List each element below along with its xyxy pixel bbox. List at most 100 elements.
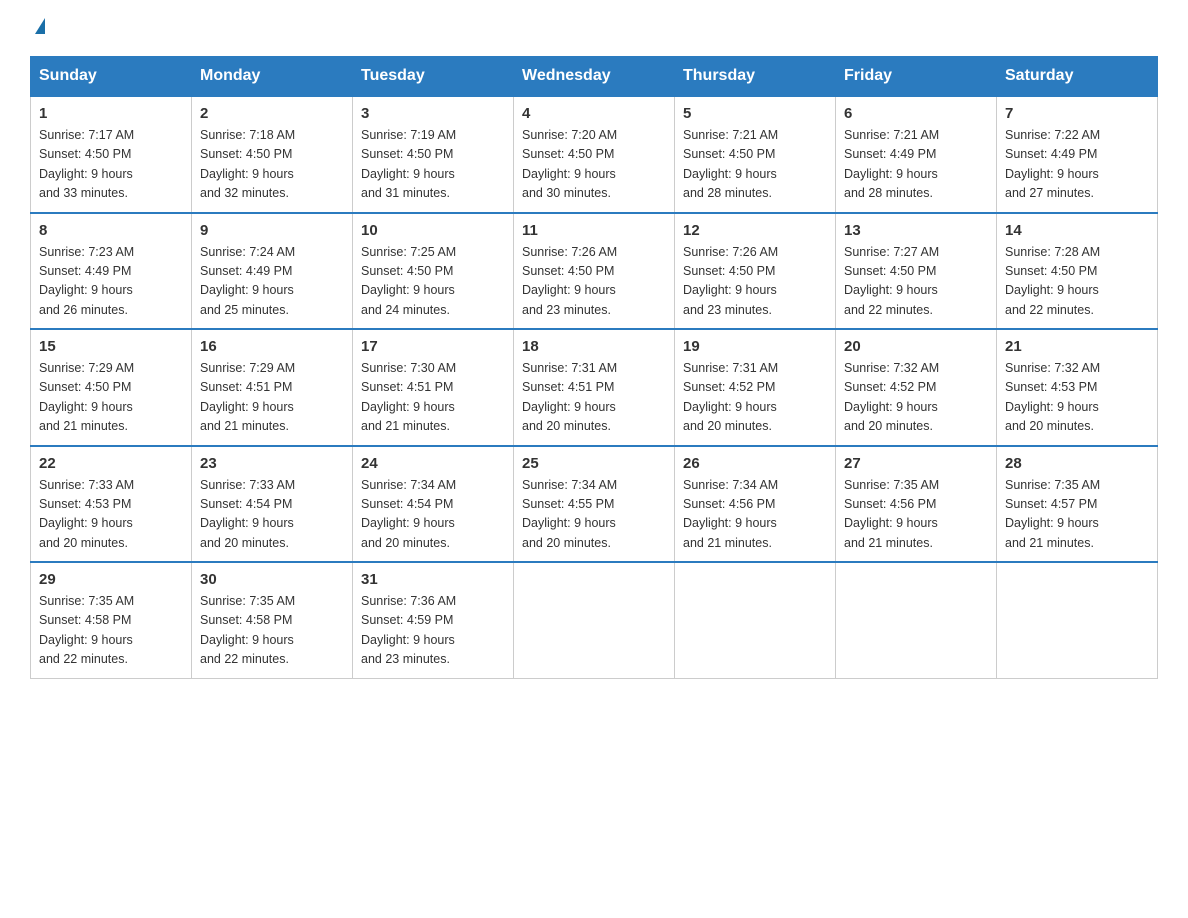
calendar-cell: 19 Sunrise: 7:31 AM Sunset: 4:52 PM Dayl…: [675, 329, 836, 446]
day-number: 16: [200, 338, 344, 355]
day-number: 29: [39, 571, 183, 588]
day-number: 14: [1005, 222, 1149, 239]
day-info: Sunrise: 7:35 AM Sunset: 4:56 PM Dayligh…: [844, 476, 988, 554]
calendar-cell: 7 Sunrise: 7:22 AM Sunset: 4:49 PM Dayli…: [997, 96, 1158, 213]
calendar-cell: 3 Sunrise: 7:19 AM Sunset: 4:50 PM Dayli…: [353, 96, 514, 213]
day-info: Sunrise: 7:33 AM Sunset: 4:53 PM Dayligh…: [39, 476, 183, 554]
day-info: Sunrise: 7:23 AM Sunset: 4:49 PM Dayligh…: [39, 243, 183, 321]
calendar-cell: 15 Sunrise: 7:29 AM Sunset: 4:50 PM Dayl…: [31, 329, 192, 446]
calendar-cell: 25 Sunrise: 7:34 AM Sunset: 4:55 PM Dayl…: [514, 446, 675, 563]
day-number: 17: [361, 338, 505, 355]
day-info: Sunrise: 7:17 AM Sunset: 4:50 PM Dayligh…: [39, 126, 183, 204]
day-info: Sunrise: 7:31 AM Sunset: 4:51 PM Dayligh…: [522, 359, 666, 437]
day-info: Sunrise: 7:35 AM Sunset: 4:58 PM Dayligh…: [39, 592, 183, 670]
logo-triangle-icon: [35, 18, 45, 34]
day-info: Sunrise: 7:28 AM Sunset: 4:50 PM Dayligh…: [1005, 243, 1149, 321]
calendar-cell: 27 Sunrise: 7:35 AM Sunset: 4:56 PM Dayl…: [836, 446, 997, 563]
calendar-cell: 29 Sunrise: 7:35 AM Sunset: 4:58 PM Dayl…: [31, 562, 192, 678]
calendar-cell: 11 Sunrise: 7:26 AM Sunset: 4:50 PM Dayl…: [514, 213, 675, 330]
day-number: 23: [200, 455, 344, 472]
logo: [30, 20, 45, 36]
day-number: 11: [522, 222, 666, 239]
day-info: Sunrise: 7:29 AM Sunset: 4:51 PM Dayligh…: [200, 359, 344, 437]
day-info: Sunrise: 7:27 AM Sunset: 4:50 PM Dayligh…: [844, 243, 988, 321]
day-number: 22: [39, 455, 183, 472]
calendar-header-wednesday: Wednesday: [514, 57, 675, 97]
calendar-header-friday: Friday: [836, 57, 997, 97]
calendar-header-tuesday: Tuesday: [353, 57, 514, 97]
day-number: 15: [39, 338, 183, 355]
day-info: Sunrise: 7:33 AM Sunset: 4:54 PM Dayligh…: [200, 476, 344, 554]
calendar-cell: 4 Sunrise: 7:20 AM Sunset: 4:50 PM Dayli…: [514, 96, 675, 213]
day-info: Sunrise: 7:20 AM Sunset: 4:50 PM Dayligh…: [522, 126, 666, 204]
day-number: 12: [683, 222, 827, 239]
calendar-cell: 13 Sunrise: 7:27 AM Sunset: 4:50 PM Dayl…: [836, 213, 997, 330]
day-number: 7: [1005, 105, 1149, 122]
day-number: 21: [1005, 338, 1149, 355]
calendar-cell: 17 Sunrise: 7:30 AM Sunset: 4:51 PM Dayl…: [353, 329, 514, 446]
calendar-cell: 2 Sunrise: 7:18 AM Sunset: 4:50 PM Dayli…: [192, 96, 353, 213]
calendar-header-row: SundayMondayTuesdayWednesdayThursdayFrid…: [31, 57, 1158, 97]
day-info: Sunrise: 7:34 AM Sunset: 4:56 PM Dayligh…: [683, 476, 827, 554]
calendar-week-row: 1 Sunrise: 7:17 AM Sunset: 4:50 PM Dayli…: [31, 96, 1158, 213]
calendar-cell: [675, 562, 836, 678]
calendar-cell: 20 Sunrise: 7:32 AM Sunset: 4:52 PM Dayl…: [836, 329, 997, 446]
calendar-cell: [997, 562, 1158, 678]
calendar-cell: 18 Sunrise: 7:31 AM Sunset: 4:51 PM Dayl…: [514, 329, 675, 446]
calendar-cell: [514, 562, 675, 678]
calendar-cell: 23 Sunrise: 7:33 AM Sunset: 4:54 PM Dayl…: [192, 446, 353, 563]
calendar-cell: 5 Sunrise: 7:21 AM Sunset: 4:50 PM Dayli…: [675, 96, 836, 213]
calendar-week-row: 8 Sunrise: 7:23 AM Sunset: 4:49 PM Dayli…: [31, 213, 1158, 330]
calendar-cell: 6 Sunrise: 7:21 AM Sunset: 4:49 PM Dayli…: [836, 96, 997, 213]
calendar-cell: 9 Sunrise: 7:24 AM Sunset: 4:49 PM Dayli…: [192, 213, 353, 330]
calendar-cell: [836, 562, 997, 678]
calendar-cell: 21 Sunrise: 7:32 AM Sunset: 4:53 PM Dayl…: [997, 329, 1158, 446]
day-number: 4: [522, 105, 666, 122]
day-info: Sunrise: 7:30 AM Sunset: 4:51 PM Dayligh…: [361, 359, 505, 437]
day-info: Sunrise: 7:26 AM Sunset: 4:50 PM Dayligh…: [522, 243, 666, 321]
calendar-table: SundayMondayTuesdayWednesdayThursdayFrid…: [30, 56, 1158, 679]
day-info: Sunrise: 7:31 AM Sunset: 4:52 PM Dayligh…: [683, 359, 827, 437]
day-info: Sunrise: 7:29 AM Sunset: 4:50 PM Dayligh…: [39, 359, 183, 437]
day-info: Sunrise: 7:21 AM Sunset: 4:49 PM Dayligh…: [844, 126, 988, 204]
day-number: 18: [522, 338, 666, 355]
calendar-cell: 16 Sunrise: 7:29 AM Sunset: 4:51 PM Dayl…: [192, 329, 353, 446]
day-info: Sunrise: 7:26 AM Sunset: 4:50 PM Dayligh…: [683, 243, 827, 321]
day-info: Sunrise: 7:32 AM Sunset: 4:52 PM Dayligh…: [844, 359, 988, 437]
calendar-cell: 30 Sunrise: 7:35 AM Sunset: 4:58 PM Dayl…: [192, 562, 353, 678]
calendar-cell: 8 Sunrise: 7:23 AM Sunset: 4:49 PM Dayli…: [31, 213, 192, 330]
day-number: 5: [683, 105, 827, 122]
day-number: 8: [39, 222, 183, 239]
day-info: Sunrise: 7:36 AM Sunset: 4:59 PM Dayligh…: [361, 592, 505, 670]
day-info: Sunrise: 7:35 AM Sunset: 4:58 PM Dayligh…: [200, 592, 344, 670]
calendar-cell: 22 Sunrise: 7:33 AM Sunset: 4:53 PM Dayl…: [31, 446, 192, 563]
calendar-week-row: 29 Sunrise: 7:35 AM Sunset: 4:58 PM Dayl…: [31, 562, 1158, 678]
calendar-cell: 31 Sunrise: 7:36 AM Sunset: 4:59 PM Dayl…: [353, 562, 514, 678]
day-number: 10: [361, 222, 505, 239]
calendar-cell: 26 Sunrise: 7:34 AM Sunset: 4:56 PM Dayl…: [675, 446, 836, 563]
calendar-cell: 1 Sunrise: 7:17 AM Sunset: 4:50 PM Dayli…: [31, 96, 192, 213]
calendar-cell: 12 Sunrise: 7:26 AM Sunset: 4:50 PM Dayl…: [675, 213, 836, 330]
day-info: Sunrise: 7:25 AM Sunset: 4:50 PM Dayligh…: [361, 243, 505, 321]
day-number: 3: [361, 105, 505, 122]
day-number: 6: [844, 105, 988, 122]
calendar-cell: 10 Sunrise: 7:25 AM Sunset: 4:50 PM Dayl…: [353, 213, 514, 330]
day-number: 26: [683, 455, 827, 472]
calendar-cell: 14 Sunrise: 7:28 AM Sunset: 4:50 PM Dayl…: [997, 213, 1158, 330]
day-number: 20: [844, 338, 988, 355]
day-number: 9: [200, 222, 344, 239]
day-info: Sunrise: 7:18 AM Sunset: 4:50 PM Dayligh…: [200, 126, 344, 204]
day-info: Sunrise: 7:21 AM Sunset: 4:50 PM Dayligh…: [683, 126, 827, 204]
day-info: Sunrise: 7:35 AM Sunset: 4:57 PM Dayligh…: [1005, 476, 1149, 554]
day-number: 28: [1005, 455, 1149, 472]
calendar-header-thursday: Thursday: [675, 57, 836, 97]
day-number: 13: [844, 222, 988, 239]
day-number: 1: [39, 105, 183, 122]
day-info: Sunrise: 7:24 AM Sunset: 4:49 PM Dayligh…: [200, 243, 344, 321]
day-info: Sunrise: 7:32 AM Sunset: 4:53 PM Dayligh…: [1005, 359, 1149, 437]
day-number: 31: [361, 571, 505, 588]
day-number: 19: [683, 338, 827, 355]
day-info: Sunrise: 7:19 AM Sunset: 4:50 PM Dayligh…: [361, 126, 505, 204]
day-info: Sunrise: 7:34 AM Sunset: 4:54 PM Dayligh…: [361, 476, 505, 554]
calendar-week-row: 22 Sunrise: 7:33 AM Sunset: 4:53 PM Dayl…: [31, 446, 1158, 563]
